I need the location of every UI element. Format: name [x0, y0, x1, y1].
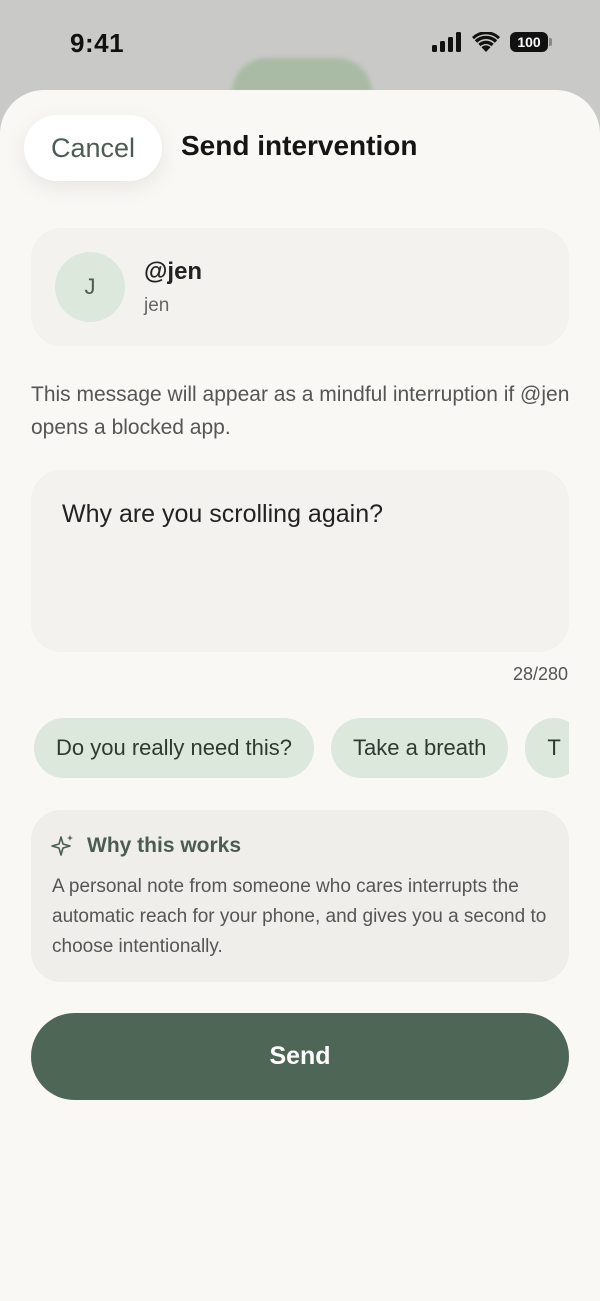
info-text: This message will appear as a mindful in… [31, 383, 570, 439]
signal-icon [432, 32, 461, 52]
sparkle-icon [51, 835, 73, 856]
send-button[interactable]: Send [31, 1013, 569, 1100]
tip-body: A personal note from someone who cares i… [52, 876, 547, 957]
status-time: 9:41 [70, 28, 125, 58]
suggestion-chips[interactable]: Do you really need this? Take a breath T [31, 718, 569, 780]
battery-icon: 100 [510, 32, 552, 52]
battery-level: 100 [517, 34, 541, 50]
recipient-card: J @jen jen [31, 228, 569, 346]
screen: 9:41 100 Cancel Send intervention J @jen… [0, 0, 600, 1301]
wifi-icon [472, 32, 500, 52]
suggestion-chip[interactable]: Do you really need this? [34, 718, 315, 778]
recipient-name: jen [144, 295, 170, 316]
char-count: 28/280 [512, 664, 568, 684]
message-box[interactable] [31, 470, 569, 652]
status-bar: 9:41 100 [0, 0, 600, 90]
message-input[interactable] [62, 500, 542, 529]
status-icons: 100 [432, 32, 552, 52]
tip-title: Why this works [87, 834, 242, 857]
cancel-button[interactable]: Cancel [24, 115, 162, 181]
tip-card: Why this works A personal note from some… [31, 810, 569, 982]
suggestion-chip[interactable]: T [525, 718, 569, 778]
suggestion-chip[interactable]: Take a breath [331, 718, 509, 778]
avatar: J [55, 252, 125, 322]
suggestion-chips-row: Do you really need this? Take a breath T [31, 718, 569, 778]
recipient-handle: @jen [144, 258, 203, 285]
intervention-sheet: Cancel Send intervention J @jen jen This… [0, 90, 600, 1301]
sheet-title: Send intervention [181, 130, 418, 161]
